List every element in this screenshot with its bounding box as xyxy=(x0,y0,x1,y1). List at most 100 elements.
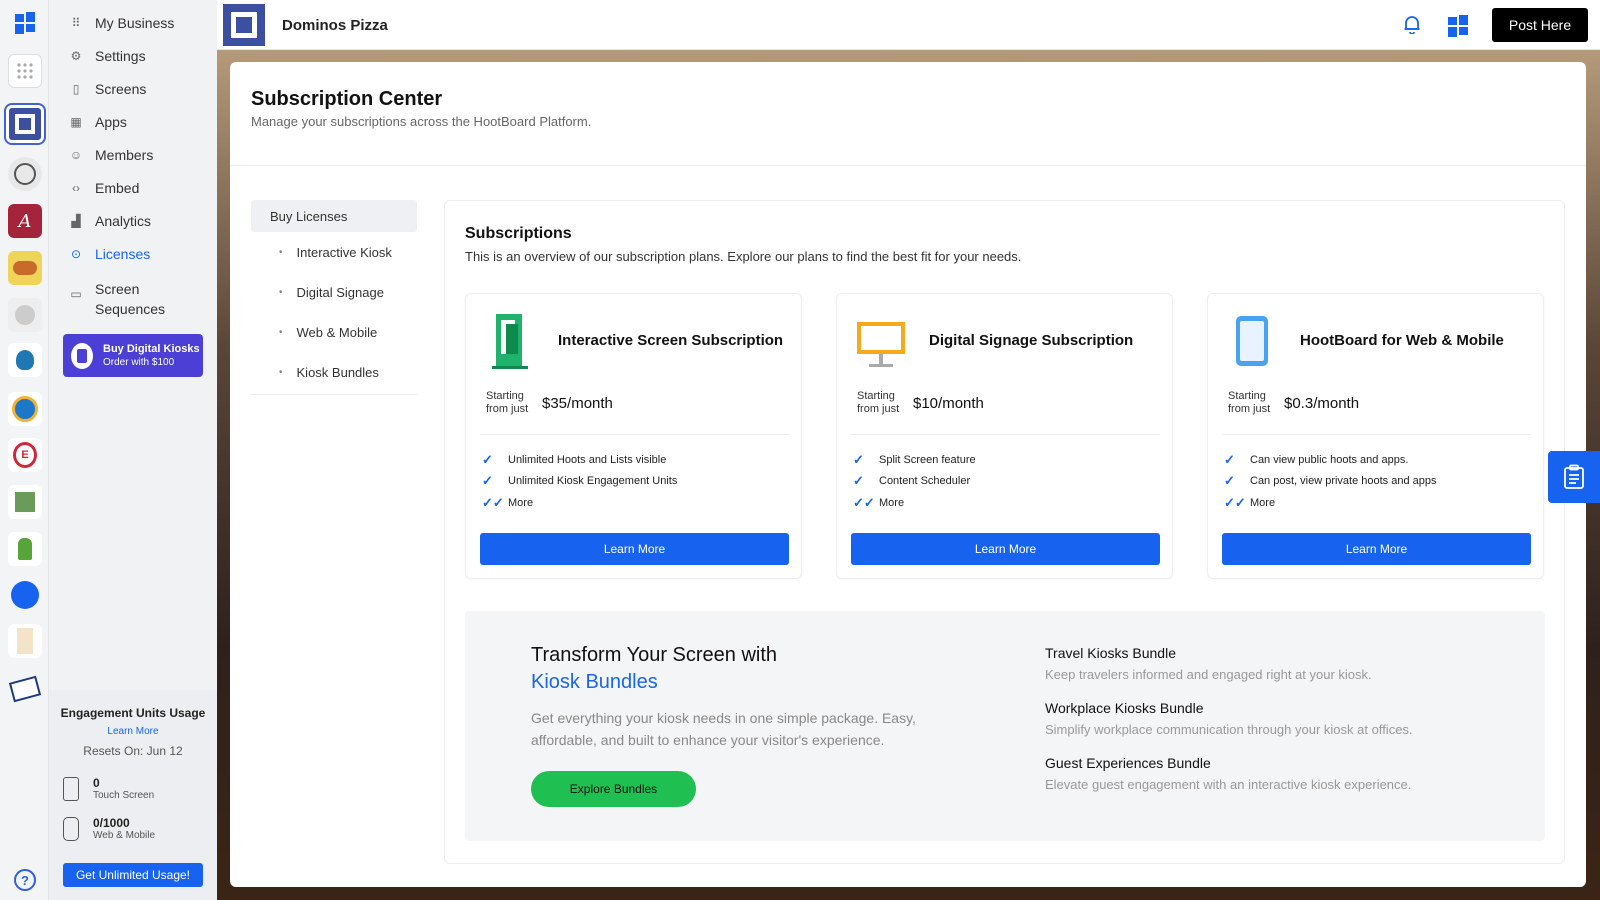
feature-label: More xyxy=(1250,497,1276,509)
board-avatar-8[interactable]: E xyxy=(8,438,42,472)
plan-price: $0.3/month xyxy=(1284,395,1360,412)
plan-title: HootBoard for Web & Mobile xyxy=(1300,332,1504,349)
board-avatar-5[interactable] xyxy=(8,298,42,332)
top-bar: Dominos Pizza Post Here xyxy=(217,0,1600,50)
bundles-description: Get everything your kiosk needs in one s… xyxy=(531,710,916,748)
hootboard-grid-icon[interactable] xyxy=(1447,15,1468,37)
sidebar-item-analytics[interactable]: ▟ Analytics xyxy=(69,213,151,229)
sequence-icon: ▭ xyxy=(70,287,82,301)
learn-more-button[interactable]: Learn More xyxy=(851,533,1160,565)
board-avatar-10[interactable] xyxy=(8,532,42,566)
sidebar-item-label: Screens xyxy=(95,81,147,97)
buy-licenses-tab[interactable]: Buy Licenses xyxy=(251,200,417,232)
check-icon: ✓ xyxy=(1224,473,1235,488)
help-icon[interactable]: ? xyxy=(14,869,36,891)
mobile-icon xyxy=(63,816,79,841)
feature-label: More xyxy=(508,497,534,509)
web-mobile-usage: 0/1000 Web & Mobile xyxy=(63,816,155,841)
feature-label: Split Screen feature xyxy=(879,454,976,466)
feature-item: ✓ Unlimited Hoots and Lists visible xyxy=(482,452,666,468)
starting-from-label: Starting from just xyxy=(486,390,528,416)
board-avatar-12[interactable] xyxy=(8,624,42,658)
kiosk-illustration-icon xyxy=(484,312,536,370)
sidebar-item-my-business[interactable]: ⠿ My Business xyxy=(69,15,175,31)
feature-more[interactable]: ✓✓ More xyxy=(853,495,904,511)
usage-reset-date: Resets On: Jun 12 xyxy=(83,744,183,758)
feature-more[interactable]: ✓✓ More xyxy=(482,495,533,511)
board-avatar-13[interactable] xyxy=(8,672,42,706)
plan-card-web-mobile: HootBoard for Web & Mobile Starting from … xyxy=(1207,293,1544,579)
hootboard-logo-icon[interactable] xyxy=(12,8,38,38)
plan-title: Digital Signage Subscription xyxy=(929,332,1134,349)
license-menu: Buy Licenses Interactive Kiosk Digital S… xyxy=(251,200,417,395)
learn-more-button[interactable]: Learn More xyxy=(1222,533,1531,565)
touch-screen-usage: 0 Touch Screen xyxy=(63,776,154,801)
bundles-heading-highlight: Kiosk Bundles xyxy=(531,671,658,693)
clipboard-feedback-button[interactable] xyxy=(1548,451,1600,503)
board-switcher-rail: A E ? xyxy=(0,0,49,900)
check-icon: ✓ xyxy=(482,452,493,467)
explore-bundles-button[interactable]: Explore Bundles xyxy=(531,771,696,807)
starting-label: Starting xyxy=(857,390,895,402)
feature-item: ✓ Split Screen feature xyxy=(853,452,976,468)
board-avatar-7[interactable] xyxy=(8,392,42,426)
board-avatar-4[interactable] xyxy=(8,251,42,285)
learn-more-button[interactable]: Learn More xyxy=(480,533,789,565)
business-logo[interactable] xyxy=(223,4,265,46)
license-item-interactive-kiosk[interactable]: Interactive Kiosk xyxy=(251,232,417,272)
usage-learn-more-link[interactable]: Learn More xyxy=(49,726,217,737)
board-dominos-avatar[interactable] xyxy=(4,103,46,145)
all-boards-icon[interactable] xyxy=(8,54,42,88)
person-icon: ☺ xyxy=(69,148,83,162)
kiosk-icon xyxy=(71,342,93,369)
feature-label: Unlimited Kiosk Engagement Units xyxy=(508,475,678,487)
divider xyxy=(230,165,1586,166)
sidebar-item-label: Embed xyxy=(95,180,140,196)
feature-label: Unlimited Hoots and Lists visible xyxy=(508,454,667,466)
bundle-title: Workplace Kiosks Bundle xyxy=(1045,700,1204,716)
buy-kiosks-promo-button[interactable]: Buy Digital Kiosks Order with $100 xyxy=(63,334,203,377)
subscriptions-title: Subscriptions xyxy=(465,225,572,242)
sidebar-item-licenses[interactable]: ⊙ Licenses xyxy=(69,246,150,262)
sidebar-item-label: My Business xyxy=(95,15,175,31)
board-avatar-11[interactable] xyxy=(8,578,42,612)
from-just-label: from just xyxy=(486,403,529,415)
engagement-usage-panel: Engagement Units Usage Learn More Resets… xyxy=(49,690,217,900)
plan-title: Interactive Screen Subscription xyxy=(558,332,784,349)
board-avatar-6[interactable] xyxy=(8,343,42,377)
plan-card-interactive-screen: Interactive Screen Subscription Starting… xyxy=(465,293,802,579)
feature-more[interactable]: ✓✓ More xyxy=(1224,495,1275,511)
sidebar-item-settings[interactable]: ⚙ Settings xyxy=(69,48,146,64)
screen-icon: ▯ xyxy=(72,82,80,96)
notification-bell-icon[interactable] xyxy=(1403,14,1423,36)
plan-card-digital-signage: Digital Signage Subscription Starting fro… xyxy=(836,293,1173,579)
license-item-web-mobile[interactable]: Web & Mobile xyxy=(251,312,417,352)
board-avatar-2[interactable] xyxy=(8,157,42,191)
sidebar-item-label: Settings xyxy=(95,48,146,64)
page-subtitle: Manage your subscriptions across the Hoo… xyxy=(251,114,592,129)
bundle-description: Simplify workplace communication through… xyxy=(1045,722,1413,737)
license-item-kiosk-bundles[interactable]: Kiosk Bundles xyxy=(251,352,417,392)
board-avatar-9[interactable] xyxy=(8,485,42,519)
sidebar-item-label: Members xyxy=(95,147,154,163)
sidebar-item-embed[interactable]: ‹› Embed xyxy=(69,180,139,196)
sidebar-item-members[interactable]: ☺ Members xyxy=(69,147,154,163)
license-item-digital-signage[interactable]: Digital Signage xyxy=(251,272,417,312)
feature-label: Content Scheduler xyxy=(879,475,971,487)
divider xyxy=(480,434,789,435)
check-icon: ✓ xyxy=(853,473,864,488)
signage-illustration-icon xyxy=(855,312,907,370)
sidebar-item-screen-sequences[interactable]: ▭ Screen Sequences xyxy=(69,279,175,319)
board-avatar-3[interactable]: A xyxy=(8,204,42,238)
bundles-heading: Transform Your Screen with xyxy=(531,644,778,666)
bundle-description: Keep travelers informed and engaged righ… xyxy=(1045,667,1372,682)
touch-screen-label: Touch Screen xyxy=(93,790,155,801)
post-here-button[interactable]: Post Here xyxy=(1492,8,1588,42)
sidebar-item-label: Apps xyxy=(95,114,127,130)
code-icon: ‹› xyxy=(72,181,80,195)
double-check-icon: ✓✓ xyxy=(1224,495,1246,510)
sidebar-item-screens[interactable]: ▯ Screens xyxy=(69,81,147,97)
check-icon: ✓ xyxy=(853,452,864,467)
sidebar-item-apps[interactable]: ▦ Apps xyxy=(69,114,127,130)
get-unlimited-usage-button[interactable]: Get Unlimited Usage! xyxy=(63,863,203,887)
